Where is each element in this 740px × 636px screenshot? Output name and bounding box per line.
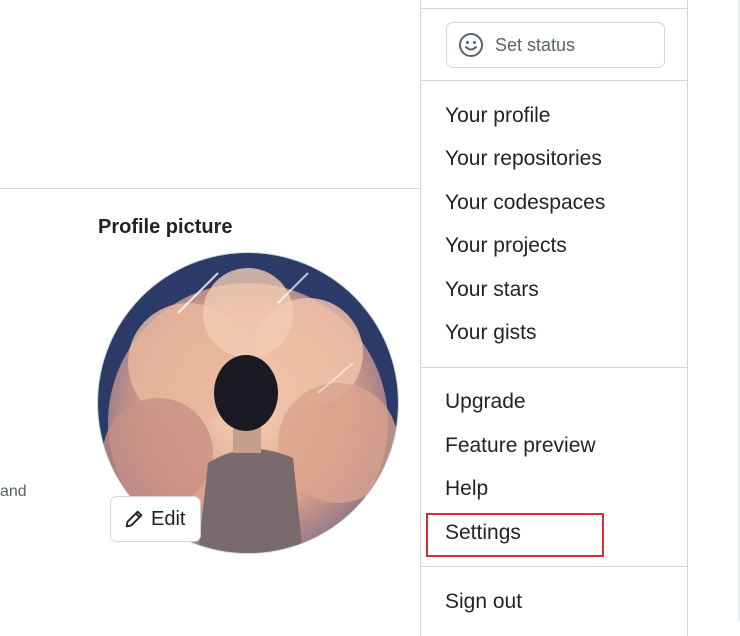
menu-item-your-gists[interactable]: Your gists <box>445 321 536 345</box>
smiley-icon <box>459 33 483 57</box>
menu-separator <box>421 367 687 368</box>
menu-item-your-profile[interactable]: Your profile <box>445 104 550 128</box>
profile-picture-title: Profile picture <box>98 216 233 238</box>
menu-item-your-projects[interactable]: Your projects <box>445 234 567 258</box>
menu-item-upgrade[interactable]: Upgrade <box>445 390 526 414</box>
menu-separator <box>421 8 687 9</box>
menu-item-help[interactable]: Help <box>445 477 488 501</box>
edit-label: Edit <box>151 507 186 530</box>
menu-item-your-codespaces[interactable]: Your codespaces <box>445 191 605 215</box>
menu-separator <box>421 566 687 567</box>
set-status-button[interactable]: Set status <box>446 22 665 68</box>
menu-item-your-repositories[interactable]: Your repositories <box>445 147 602 171</box>
main-divider <box>0 188 420 189</box>
settings-highlight-box <box>426 513 604 557</box>
menu-item-feature-preview[interactable]: Feature preview <box>445 434 596 458</box>
truncated-description-text: and <box>0 483 27 500</box>
menu-separator <box>421 80 687 81</box>
edit-avatar-button[interactable]: Edit <box>110 496 201 542</box>
menu-item-sign-out[interactable]: Sign out <box>445 590 522 614</box>
set-status-label: Set status <box>495 34 576 55</box>
pencil-icon <box>125 510 143 528</box>
menu-item-your-stars[interactable]: Your stars <box>445 278 539 302</box>
